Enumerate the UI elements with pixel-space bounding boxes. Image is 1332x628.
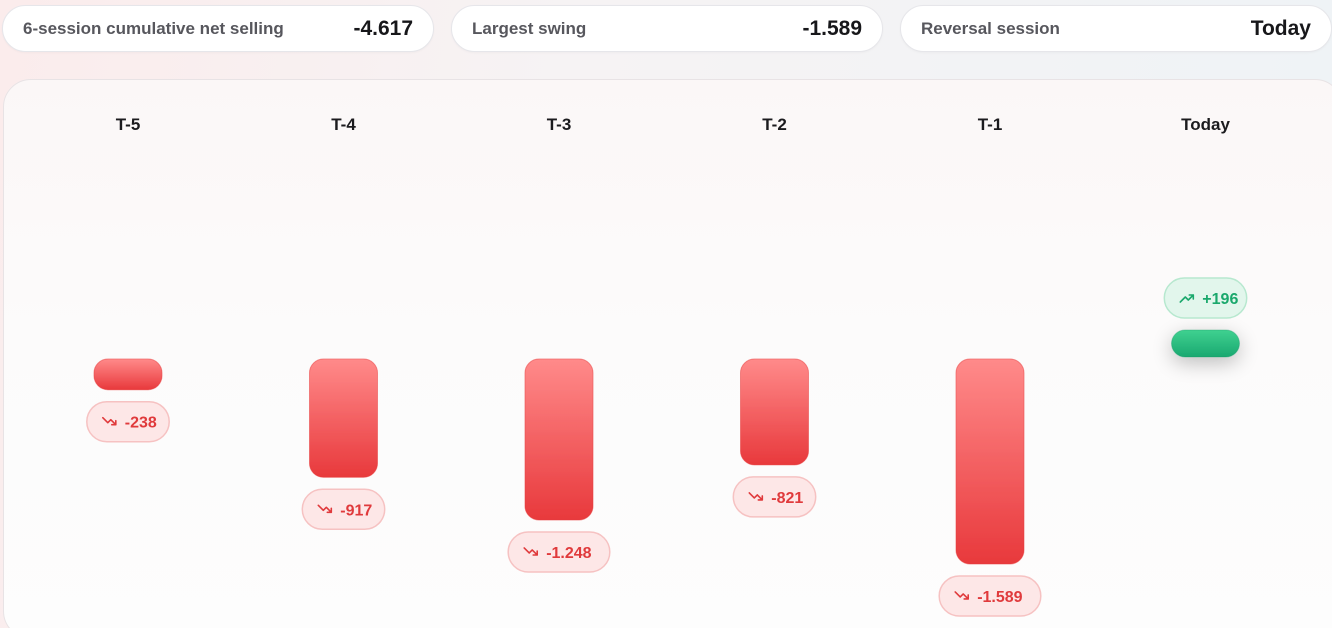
bar <box>93 358 163 391</box>
category-label: Today <box>1181 115 1230 134</box>
bar <box>524 358 594 521</box>
data-label-text: -238 <box>125 415 157 432</box>
data-label: -917 <box>301 488 386 531</box>
bar <box>740 358 809 466</box>
data-label: -821 <box>732 476 817 518</box>
data-label-text: -1.248 <box>546 545 591 562</box>
category-label: T-4 <box>331 115 356 134</box>
data-label-text: -821 <box>771 490 803 507</box>
bar <box>955 358 1025 565</box>
data-label-text: +196 <box>1202 291 1238 308</box>
bar <box>309 358 378 478</box>
category-label: T-1 <box>978 115 1003 134</box>
data-label-text: -1.589 <box>977 589 1022 606</box>
data-label-text: -917 <box>340 502 372 519</box>
data-label: -238 <box>86 400 170 443</box>
data-label: -1.248 <box>507 531 611 573</box>
bar <box>1171 329 1240 358</box>
category-label: T-3 <box>547 115 572 134</box>
category-label: T-5 <box>116 115 141 134</box>
data-label: -1.589 <box>938 575 1042 617</box>
data-label: +196 <box>1163 277 1248 319</box>
category-label: T-2 <box>762 115 787 134</box>
bar-chart: T-5 -238 T-4 -917 T-3 -1.248 T-2 -821 T-1 -1.589 T… <box>86 115 1248 617</box>
